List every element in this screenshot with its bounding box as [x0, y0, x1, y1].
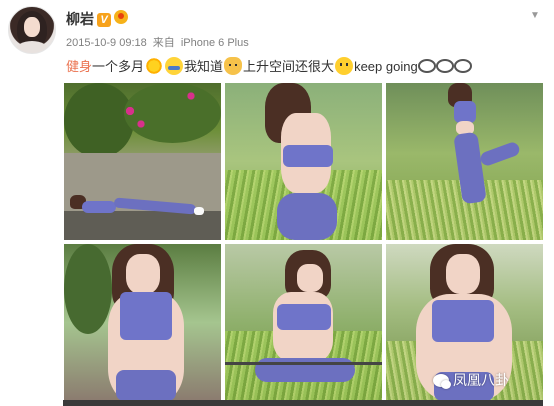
photo-figure-top [432, 300, 494, 342]
photo-side-pose[interactable] [225, 244, 382, 401]
post-text: 健身一个多月 我知道 上升空间还很大 keep going [66, 56, 472, 75]
chevron-down-icon[interactable]: ▼ [530, 10, 540, 21]
hashtag-link[interactable]: 健身 [66, 59, 92, 74]
bicycle-emoticon-icon [435, 59, 454, 73]
vip-badge-icon [114, 10, 128, 24]
verified-icon: V [97, 13, 111, 27]
photo-figure-top [120, 292, 172, 340]
post-text-segment: keep going [354, 59, 418, 74]
photo-figure-top [277, 304, 331, 330]
photo-figure-top [82, 201, 116, 213]
post-source-prefix: 来自 [152, 37, 175, 49]
photo-figure-face [126, 254, 160, 294]
watermark-text: 凤凰八卦 [453, 372, 509, 388]
photo-standing-back[interactable] [225, 83, 382, 240]
photo-ground [64, 211, 221, 240]
user-avatar[interactable] [8, 6, 56, 54]
photo-figure-face [446, 254, 480, 294]
happy-emoticon-icon [335, 57, 354, 75]
photo-chain [225, 362, 382, 365]
bicycle-emoticon-icon [453, 59, 472, 73]
post-meta: 2015-10-9 09:18 来自 iPhone 6 Plus [66, 34, 252, 50]
watermark: 凤凰八卦 [433, 370, 509, 390]
post-timestamp[interactable]: 2015-10-9 09:18 [66, 37, 147, 49]
photo-figure-leggings [116, 370, 176, 401]
avatar-body [15, 41, 49, 53]
photo-flower [122, 103, 138, 119]
post-text-segment: 上升空间还很大 [243, 59, 335, 74]
sun-emoticon-icon [145, 57, 164, 75]
photo-figure-top [454, 101, 476, 123]
photo-figure-leggings [277, 193, 337, 240]
photo-foliage [64, 83, 134, 158]
cat-emoticon-icon [224, 57, 243, 75]
photo-front-portrait[interactable] [64, 244, 221, 401]
photo-foliage [64, 244, 112, 334]
photo-figure-top [283, 145, 333, 167]
photo-figure-face [297, 264, 323, 292]
post-text-segment: 一个多月 [92, 59, 145, 74]
photo-stretching-pose[interactable] [386, 83, 543, 240]
wechat-icon [433, 374, 451, 389]
post-source-device[interactable]: iPhone 6 Plus [181, 37, 249, 49]
post-text-segment: 我知道 [184, 59, 224, 74]
username-link[interactable]: 柳岩 [66, 11, 94, 27]
photo-foliage [124, 83, 221, 143]
photo-plank-pose[interactable] [64, 83, 221, 240]
photo-flower [134, 117, 148, 131]
post-header: 柳岩 V [66, 9, 128, 29]
avatar-face [24, 17, 40, 37]
photo-figure-shoe [194, 207, 204, 215]
photo-flower [184, 89, 198, 103]
next-photo-row-edge [63, 400, 543, 406]
photo-grid [63, 82, 543, 406]
photo-figure-leg [478, 140, 522, 168]
shy-emoticon-icon [165, 57, 184, 75]
bicycle-emoticon-icon [417, 59, 436, 73]
